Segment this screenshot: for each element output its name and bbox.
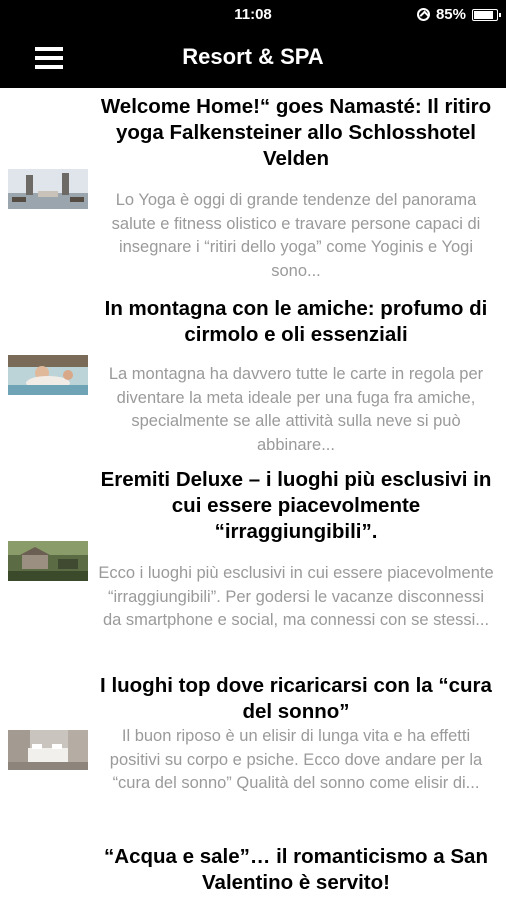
status-right: 85% (416, 6, 501, 23)
article-thumbnail (8, 730, 88, 770)
status-bar: 11:08 85% (0, 0, 506, 28)
article-summary: La montagna ha davvero tutte le carte in… (108, 365, 484, 454)
page-title: Resort & SPA (182, 44, 324, 69)
battery-icon (472, 8, 501, 21)
article-item[interactable]: Eremiti Deluxe – i luoghi più esclusivi … (0, 460, 506, 658)
article-title: Eremiti Deluxe – i luoghi più esclusivi … (100, 468, 492, 543)
article-title: “Acqua e sale”… il romanticismo a San Va… (104, 845, 488, 894)
app-header: Resort & SPA (0, 28, 506, 88)
article-item[interactable]: “Acqua e sale”… il romanticismo a San Va… (0, 844, 506, 900)
article-title: Welcome Home!“ goes Namasté: Il ritiro y… (100, 95, 492, 170)
article-title: In montagna con le amiche: profumo di ci… (104, 297, 488, 346)
article-summary: Ecco i luoghi più esclusivi in cui esser… (98, 564, 494, 629)
rotation-lock-icon (416, 8, 430, 21)
article-summary: Lo Yoga è oggi di grande tendenze del pa… (111, 191, 481, 280)
article-thumbnail (8, 169, 88, 209)
article-item[interactable]: Welcome Home!“ goes Namasté: Il ritiro y… (0, 88, 506, 286)
article-title: I luoghi top dove ricaricarsi con la “cu… (100, 674, 492, 723)
article-item[interactable]: In montagna con le amiche: profumo di ci… (0, 289, 506, 461)
article-summary: Il buon riposo è un elisir di lunga vita… (109, 727, 483, 792)
article-thumbnail (8, 355, 88, 395)
article-item[interactable]: I luoghi top dove ricaricarsi con la “cu… (0, 667, 506, 843)
battery-percent: 85% (435, 6, 466, 23)
article-thumbnail (8, 541, 88, 581)
